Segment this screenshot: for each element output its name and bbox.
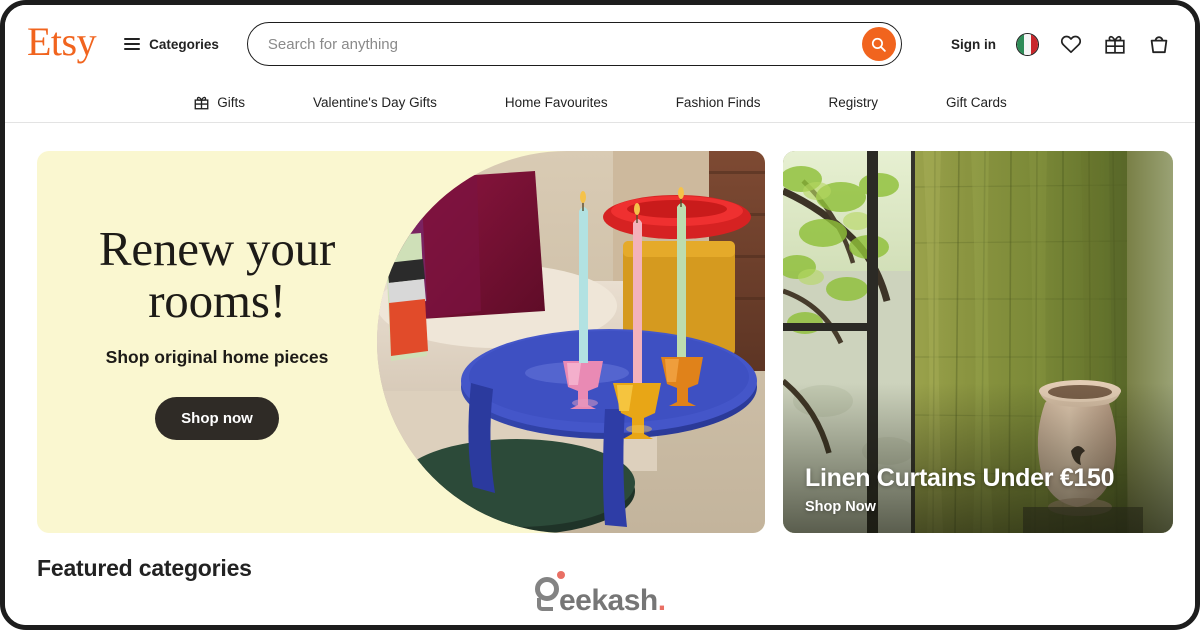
hero-left-photo — [377, 151, 765, 533]
nav-item-label: Fashion Finds — [675, 95, 761, 110]
hero-headline: Renew your rooms! — [37, 223, 397, 327]
hero-left-copy: Renew your rooms! Shop original home pie… — [37, 223, 397, 440]
hero-headline-line1: Renew your — [98, 221, 336, 276]
categories-label: Categories — [149, 36, 219, 52]
geekash-period: . — [657, 584, 666, 617]
heart-icon — [1061, 35, 1081, 54]
hero-card-linen-curtains[interactable]: Linen Curtains Under €150 Shop Now — [783, 151, 1173, 533]
page-surface: Etsy Categories Search for anything Sign… — [5, 5, 1195, 625]
header-actions: Sign in — [951, 32, 1177, 56]
primary-nav: Gifts Valentine's Day Gifts Home Favouri… — [5, 83, 1195, 123]
nav-item-gift-cards[interactable]: Gift Cards — [912, 95, 1041, 110]
sign-in-link[interactable]: Sign in — [951, 37, 996, 52]
etsy-logo[interactable]: Etsy — [27, 22, 97, 66]
card-right-title: Linen Curtains Under €150 — [805, 463, 1115, 492]
nav-item-gifts[interactable]: Gifts — [159, 94, 279, 111]
search-input[interactable] — [246, 22, 902, 66]
nav-item-label: Home Favourites — [504, 95, 608, 110]
gift-mode-button[interactable] — [1103, 32, 1127, 56]
candles-on-blue-table-image — [377, 151, 765, 533]
categories-button[interactable]: Categories — [124, 37, 219, 52]
gift-icon — [194, 96, 209, 110]
search-icon — [872, 37, 887, 52]
geekash-watermark: eekash. — [533, 568, 666, 618]
header-top-row: Etsy Categories Search for anything Sign… — [5, 5, 1195, 83]
favourites-button[interactable] — [1059, 32, 1083, 56]
card-right-cta[interactable]: Shop Now — [805, 499, 1114, 515]
nav-item-valentines-day-gifts[interactable]: Valentine's Day Gifts — [279, 95, 471, 110]
nav-item-registry[interactable]: Registry — [794, 95, 912, 110]
geekash-wordmark: eekash. — [559, 586, 666, 618]
cart-icon — [1150, 36, 1168, 54]
nav-item-label: Valentine's Day Gifts — [313, 95, 437, 110]
site-header: Etsy Categories Search for anything Sign… — [5, 5, 1195, 127]
hero-banner-renew-your-rooms[interactable]: Renew your rooms! Shop original home pie… — [37, 151, 765, 533]
geekash-wordmark-text: eekash — [559, 584, 658, 617]
hero-row: Renew your rooms! Shop original home pie… — [5, 127, 1195, 533]
hamburger-icon — [124, 38, 141, 50]
cart-button[interactable] — [1147, 32, 1171, 56]
italy-flag-icon[interactable] — [1016, 32, 1039, 56]
hero-headline-line2: rooms! — [148, 272, 286, 328]
gift-icon — [1105, 35, 1125, 54]
geekash-logo-icon — [533, 568, 567, 618]
nav-item-home-favourites[interactable]: Home Favourites — [471, 95, 642, 110]
browser-window-frame: Etsy Categories Search for anything Sign… — [0, 0, 1200, 630]
search-submit-button[interactable] — [861, 27, 896, 61]
card-right-copy: Linen Curtains Under €150 Shop Now — [805, 463, 1115, 515]
nav-item-label: Registry — [828, 95, 878, 110]
hero-shop-now-button[interactable]: Shop now — [155, 396, 279, 440]
nav-item-label: Gifts — [217, 95, 245, 110]
search-bar — [246, 22, 902, 66]
nav-item-fashion-finds[interactable]: Fashion Finds — [642, 95, 795, 110]
hero-subheadline: Shop original home pieces — [105, 346, 329, 367]
nav-item-label: Gift Cards — [946, 95, 1007, 110]
